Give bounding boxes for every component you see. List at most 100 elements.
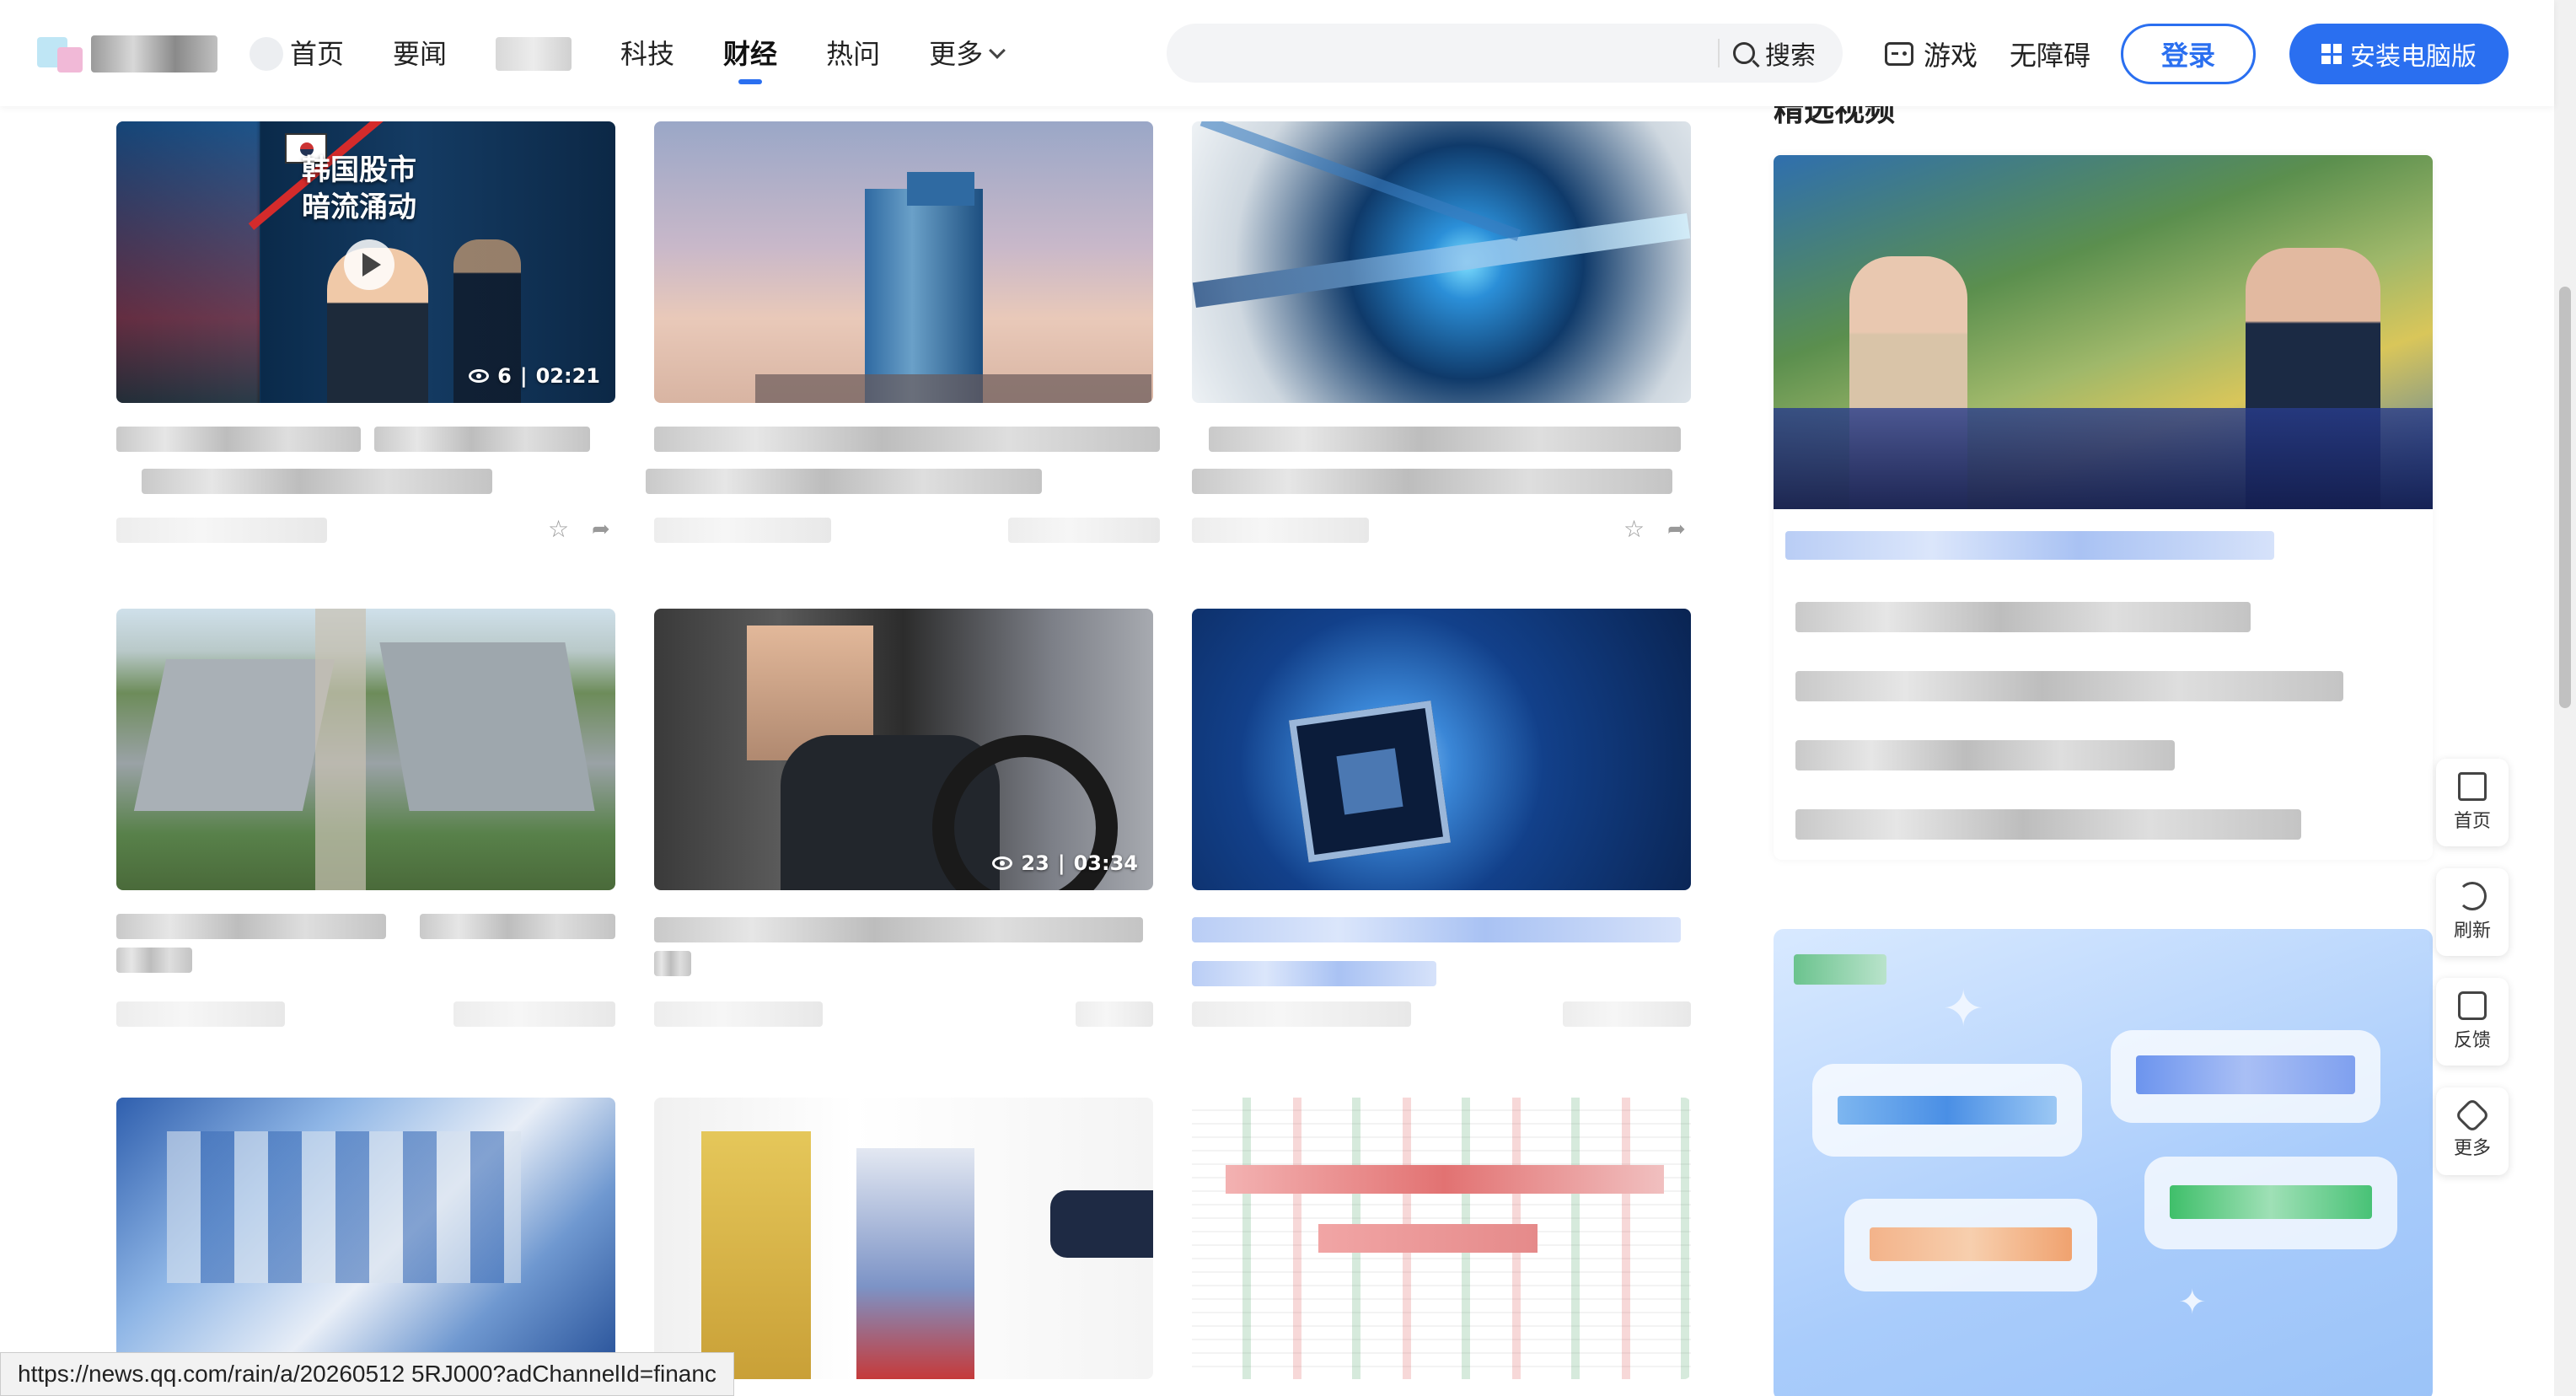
site-logo[interactable] — [37, 30, 223, 78]
card-title-blurred[interactable] — [654, 917, 1143, 942]
games-link[interactable]: 游戏 — [1885, 29, 1978, 79]
card-title-blurred[interactable] — [116, 427, 361, 452]
refresh-icon — [2458, 882, 2487, 910]
chevron-down-icon — [989, 42, 1006, 59]
article-thumbnail[interactable] — [116, 1098, 615, 1379]
float-refresh-button[interactable]: 刷新 — [2436, 868, 2509, 956]
page-scrollbar-thumb[interactable] — [2559, 287, 2571, 708]
float-more-button[interactable]: 更多 — [2436, 1087, 2509, 1175]
highlight-row — [1318, 1224, 1538, 1253]
card-title-blurred[interactable] — [1192, 469, 1672, 494]
nav-news-label: 要闻 — [393, 38, 448, 70]
news-card[interactable] — [116, 1098, 615, 1384]
promo-logo-blurred — [1794, 954, 1886, 985]
card-title-blurred[interactable] — [654, 951, 691, 976]
login-button[interactable]: 登录 — [2121, 24, 2256, 84]
nav-tech[interactable]: 科技 — [620, 29, 674, 79]
card-title-blurred[interactable] — [1209, 427, 1681, 452]
news-card[interactable]: 韩国股市 暗流涌动 6 | 02:21 ☆ ➦ — [116, 121, 615, 551]
float-home-label: 首页 — [2453, 811, 2491, 832]
card-title-link-blurred[interactable] — [1192, 917, 1681, 942]
card-title-link-blurred[interactable] — [1192, 961, 1436, 986]
nav-hot-questions[interactable]: 热问 — [826, 29, 880, 79]
card-title-blurred[interactable] — [654, 427, 1160, 452]
related-item-blurred[interactable] — [1795, 809, 2301, 840]
nav-blurred-item[interactable] — [496, 37, 572, 71]
tower-top — [907, 172, 974, 206]
logo-wordmark — [91, 35, 217, 72]
related-item-blurred[interactable] — [1795, 671, 2343, 701]
video-thumbnail[interactable]: 23 | 03:34 — [654, 609, 1153, 890]
card-actions: ☆ ➦ — [548, 518, 615, 542]
nav-finance[interactable]: 财经 — [723, 29, 777, 84]
nav-more[interactable]: 更多 — [929, 29, 1006, 79]
card-source-blurred — [654, 1001, 823, 1027]
article-thumbnail[interactable] — [654, 121, 1153, 403]
share-icon[interactable]: ➦ — [592, 518, 615, 541]
video-duration: 03:34 — [1073, 851, 1138, 875]
main-nav: 首页 要闻 科技 财经 热问 更多 — [250, 29, 1052, 84]
office-tower — [865, 189, 983, 403]
promo-text-blurred — [2170, 1185, 2372, 1219]
star-icon[interactable]: ☆ — [1623, 518, 1647, 541]
fiber-cable — [1192, 212, 1691, 309]
search-box: 搜索 — [1167, 24, 1843, 83]
overlay-line-2: 暗流涌动 — [302, 191, 416, 224]
card-title-blurred[interactable] — [116, 948, 192, 973]
article-thumbnail[interactable] — [1192, 609, 1691, 890]
news-card[interactable] — [646, 121, 1160, 551]
card-title-blurred[interactable] — [646, 469, 1042, 494]
card-actions-blurred — [1076, 1001, 1153, 1027]
overlay-line-1: 韩国股市 — [302, 153, 416, 187]
card-source-blurred — [116, 1001, 285, 1027]
top-header: 首页 要闻 科技 财经 热问 更多 搜索 游戏 无障碍 登录 安装电脑版 — [0, 0, 2554, 106]
float-home-button[interactable]: 首页 — [2436, 759, 2509, 846]
news-card[interactable]: 23 | 03:34 — [654, 609, 1153, 1039]
card-title-blurred[interactable] — [420, 914, 615, 939]
video-thumbnail[interactable]: 韩国股市 暗流涌动 6 | 02:21 — [116, 121, 615, 403]
view-count: 23 — [1021, 851, 1049, 875]
card-source-blurred — [1192, 518, 1369, 543]
float-more-label: 更多 — [2453, 1138, 2491, 1159]
promo-text-blurred — [2136, 1055, 2355, 1094]
card-title-blurred[interactable] — [116, 914, 386, 939]
factory-roof — [379, 642, 595, 811]
nav-news[interactable]: 要闻 — [393, 29, 447, 79]
play-icon[interactable] — [344, 239, 394, 290]
featured-video-thumbnail[interactable] — [1774, 155, 2433, 509]
news-card[interactable] — [654, 1098, 1153, 1384]
featured-video-title-blurred[interactable] — [1785, 531, 2274, 560]
fiber-cable — [1199, 121, 1521, 241]
news-ticker-bar — [1774, 408, 2433, 509]
hand-sleeve — [1050, 1190, 1153, 1258]
card-title-blurred[interactable] — [142, 469, 492, 494]
search-button[interactable]: 搜索 — [1733, 24, 1816, 83]
news-card[interactable] — [1192, 609, 1691, 1039]
card-title-blurred[interactable] — [374, 427, 590, 452]
promo-bubble — [2111, 1030, 2380, 1123]
float-feedback-button[interactable]: 反馈 — [2436, 978, 2509, 1066]
promo-banner[interactable]: ✦ ✦ — [1774, 929, 2433, 1396]
article-thumbnail[interactable] — [654, 1098, 1153, 1379]
float-feedback-label: 反馈 — [2453, 1030, 2491, 1051]
meta-separator: | — [1057, 851, 1065, 875]
blurred-nav-label — [496, 37, 572, 71]
share-icon[interactable]: ➦ — [1667, 518, 1691, 541]
install-label: 安装电脑版 — [2350, 42, 2477, 72]
gamepad-icon — [1885, 42, 1913, 66]
news-card[interactable] — [1192, 1098, 1691, 1384]
news-card[interactable] — [116, 609, 615, 1039]
related-item-blurred[interactable] — [1795, 602, 2251, 632]
article-thumbnail[interactable] — [1192, 121, 1691, 403]
nav-home[interactable]: 首页 — [250, 29, 344, 79]
accessibility-link[interactable]: 无障碍 — [2010, 29, 2090, 79]
news-card[interactable]: ☆ ➦ — [1192, 121, 1691, 551]
article-thumbnail[interactable] — [116, 609, 615, 890]
star-icon[interactable]: ☆ — [548, 518, 572, 541]
search-divider — [1718, 39, 1720, 67]
search-input[interactable] — [1192, 32, 1698, 74]
install-desktop-button[interactable]: 安装电脑版 — [2289, 24, 2509, 84]
related-item-blurred[interactable] — [1795, 740, 2175, 770]
article-thumbnail[interactable] — [1192, 1098, 1691, 1379]
logo-mark-2 — [57, 47, 83, 72]
